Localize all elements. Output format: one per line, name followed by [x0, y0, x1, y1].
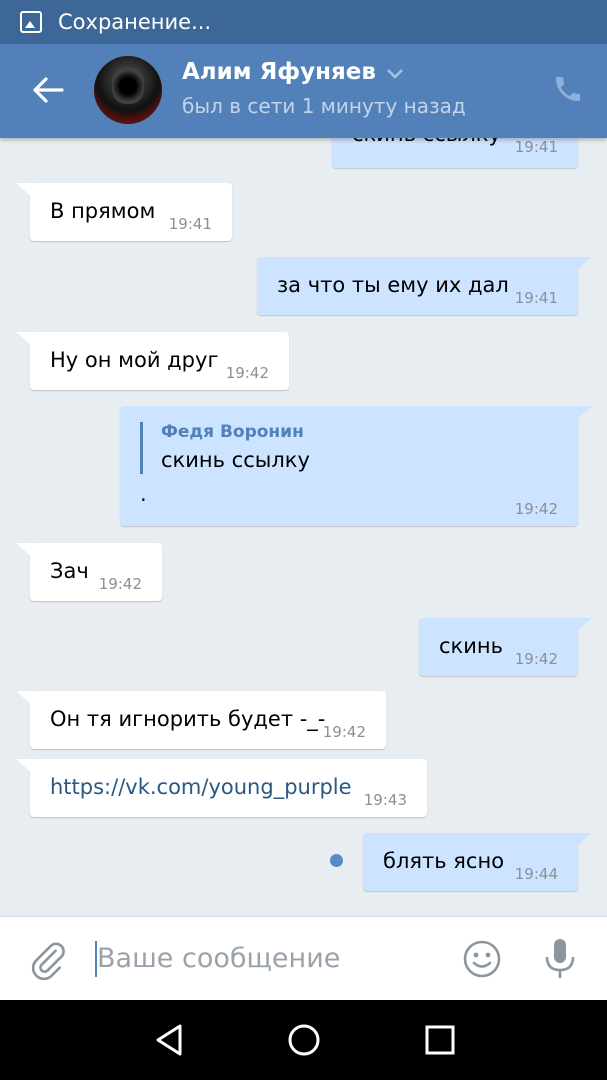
contact-name-row[interactable]: Алим Яфуняев [182, 58, 404, 86]
phone-icon[interactable] [552, 72, 584, 106]
message-incoming[interactable]: В прямом 19:41 [16, 183, 232, 241]
message-text: за что ты ему их дал [277, 273, 509, 297]
reply-author: Федя Воронин [161, 422, 304, 442]
status-bar-text: Сохранение... [58, 10, 212, 34]
message-text: В прямом [50, 199, 156, 223]
paperclip-icon[interactable] [28, 939, 68, 981]
message-link[interactable]: https://vk.com/young_purple [50, 775, 352, 799]
message-incoming[interactable]: Зач 19:42 [16, 543, 162, 601]
message-text: скинь ссылку [352, 138, 501, 146]
message-incoming[interactable]: Он тя игнорить будет -_- 19:42 [16, 691, 386, 749]
system-nav-bar [0, 1000, 607, 1080]
message-time: 19:41 [514, 289, 558, 307]
chat-header: Алим Яфуняев был в сети 1 минуту назад [0, 44, 607, 138]
unread-indicator [330, 854, 343, 867]
last-seen-status: был в сети 1 минуту назад [182, 94, 466, 118]
message-list[interactable]: скинь ссылку 19:41 В прямом 19:41 за что… [0, 138, 607, 916]
microphone-icon[interactable] [542, 937, 578, 981]
message-outgoing[interactable]: за что ты ему их дал 19:41 [257, 257, 592, 315]
image-icon [20, 11, 42, 33]
smile-icon[interactable] [462, 939, 502, 979]
contact-name[interactable]: Алим Яфуняев [182, 59, 376, 85]
reply-text: скинь ссылку [161, 448, 310, 472]
message-text: Ну он мой друг [50, 348, 219, 372]
status-bar: Сохранение... [0, 0, 607, 44]
message-input[interactable]: Ваше сообщение [97, 943, 340, 974]
message-time: 19:42 [98, 575, 142, 593]
message-text: . [140, 482, 147, 506]
message-text: Зач [50, 559, 89, 583]
message-outgoing[interactable]: скинь 19:42 [419, 618, 592, 676]
reply-quote[interactable]: Федя Воронин скинь ссылку [140, 422, 310, 474]
message-time: 19:42 [514, 650, 558, 668]
message-time: 19:42 [514, 500, 558, 518]
arrow-left-icon[interactable] [28, 70, 68, 110]
message-outgoing[interactable]: блять ясно 19:44 [363, 833, 592, 891]
message-time: 19:44 [514, 865, 558, 883]
message-incoming[interactable]: Ну он мой друг 19:42 [16, 332, 289, 390]
message-outgoing[interactable]: скинь ссылку 19:41 [332, 138, 578, 168]
chevron-down-icon[interactable] [386, 60, 404, 86]
message-time: 19:43 [363, 791, 407, 809]
message-incoming-link[interactable]: https://vk.com/young_purple 19:43 [16, 759, 427, 817]
message-time: 19:42 [322, 723, 366, 741]
message-text: Он тя игнорить будет -_- [50, 707, 326, 731]
triangle-back-icon[interactable] [152, 1022, 188, 1058]
message-outgoing-reply[interactable]: Федя Воронин скинь ссылку . 19:42 [120, 406, 592, 526]
message-text: блять ясно [383, 849, 505, 873]
message-time: 19:42 [225, 364, 269, 382]
message-text: скинь [439, 634, 503, 658]
square-recents-icon[interactable] [422, 1022, 458, 1058]
message-composer: Ваше сообщение [0, 916, 607, 1000]
message-time: 19:41 [514, 138, 558, 156]
avatar[interactable] [94, 56, 162, 124]
circle-home-icon[interactable] [286, 1022, 322, 1058]
message-time: 19:41 [168, 215, 212, 233]
